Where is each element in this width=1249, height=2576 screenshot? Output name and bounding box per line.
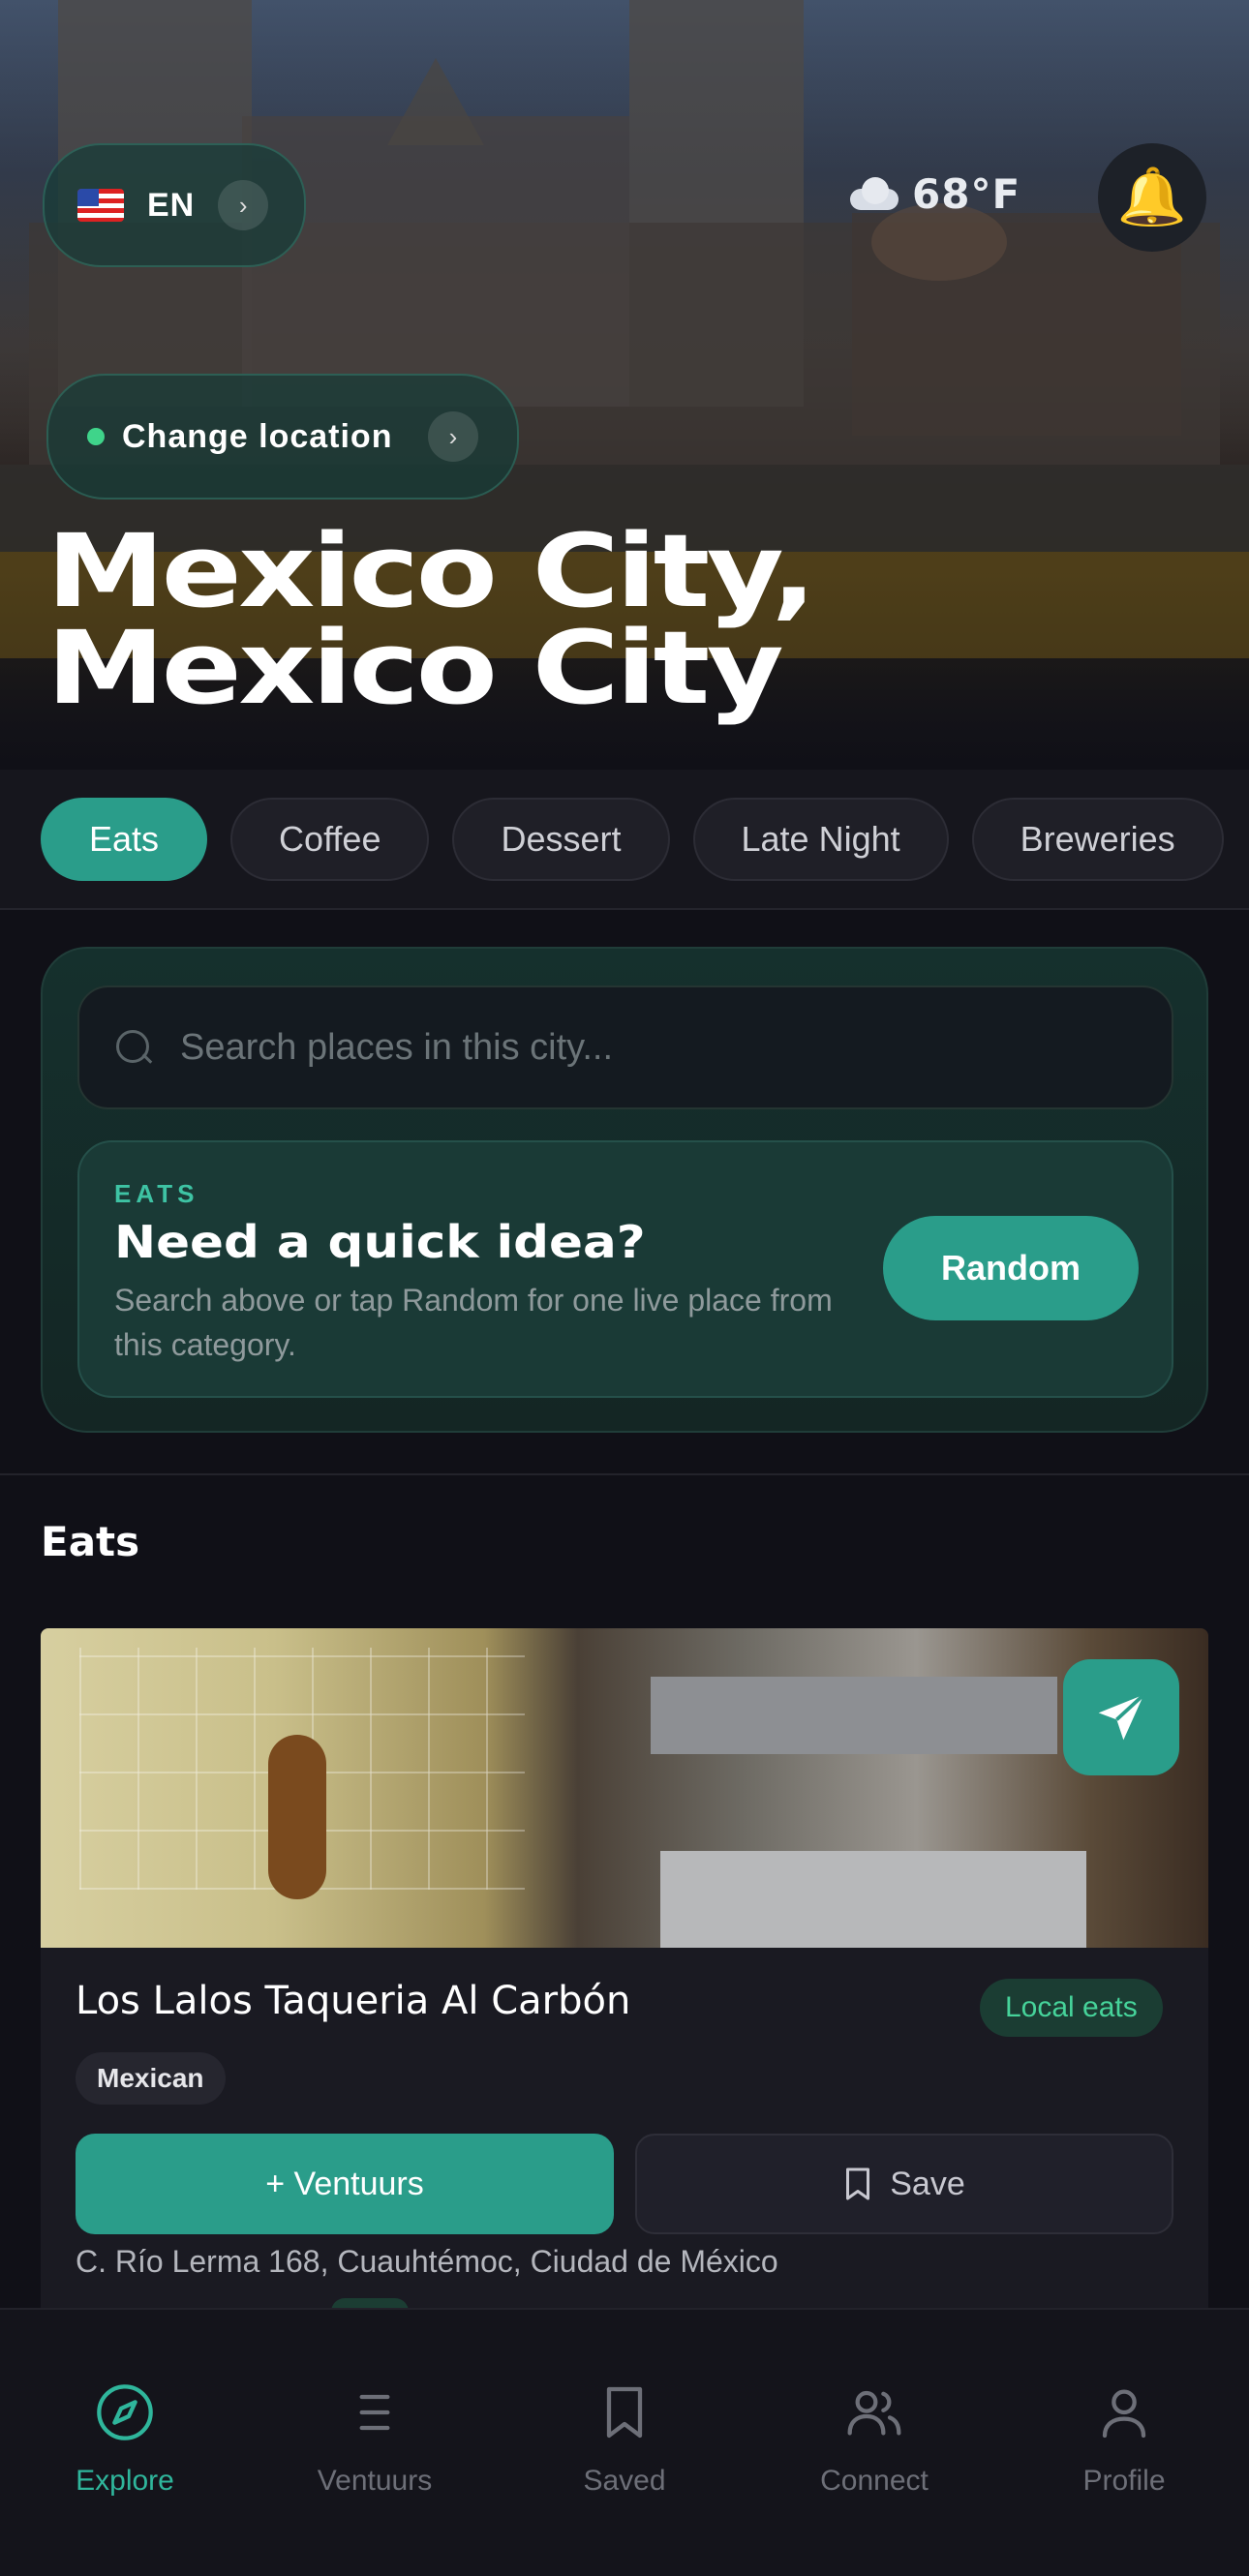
quick-idea-title: Need a quick idea? <box>114 1216 646 1268</box>
local-eats-badge: Local eats <box>980 1979 1163 2037</box>
nav-saved-label: Saved <box>583 2465 666 2497</box>
nav-profile[interactable]: Profile <box>999 2310 1249 2576</box>
cuisine-tag: Mexican <box>76 2052 226 2105</box>
quick-idea-subtitle: Search above or tap Random for one live … <box>114 1283 833 1362</box>
weather-widget: 68°F <box>844 170 1021 218</box>
nav-explore[interactable]: Explore <box>0 2310 250 2576</box>
send-icon <box>1098 1693 1145 1741</box>
language-code: EN <box>147 186 196 224</box>
photo-counter <box>660 1851 1086 1948</box>
tab-dessert[interactable]: Dessert <box>452 797 670 881</box>
photo-spit <box>268 1735 326 1899</box>
nav-connect-label: Connect <box>820 2465 929 2497</box>
search-card: Search places in this city... EATS Need … <box>41 947 1208 1433</box>
list-icon <box>344 2381 406 2443</box>
page-title: Mexico City, Mexico City <box>46 512 1249 727</box>
bottom-navigation: Explore Ventuurs Saved Connect Profile <box>0 2308 1249 2576</box>
chevron-right-icon: › <box>218 180 269 230</box>
chevron-right-icon: › <box>428 411 478 462</box>
nav-saved[interactable]: Saved <box>500 2310 749 2576</box>
place-card[interactable]: Los Lalos Taqueria Al Carbón Local eats … <box>41 1628 1208 2325</box>
section-title: Eats <box>41 1518 140 1565</box>
bookmark-icon <box>594 2381 655 2443</box>
place-address: C. Río Lerma 168, Cuauhtémoc, Ciudad de … <box>76 2244 778 2279</box>
quick-idea-panel: EATS Need a quick idea? Search above or … <box>77 1140 1173 1398</box>
search-icon <box>114 1028 153 1067</box>
hero-header: EN › 68°F 🔔 Change location › Mexico Cit… <box>0 0 1249 770</box>
nav-connect[interactable]: Connect <box>749 2310 999 2576</box>
nav-ventuurs[interactable]: Ventuurs <box>250 2310 500 2576</box>
compass-icon <box>94 2381 156 2443</box>
notifications-button[interactable]: 🔔 <box>1098 143 1206 252</box>
change-location-button[interactable]: Change location › <box>46 374 519 500</box>
place-name[interactable]: Los Lalos Taqueria Al Carbón <box>76 1979 630 2023</box>
save-label: Save <box>890 2165 965 2202</box>
bookmark-icon <box>846 2167 870 2200</box>
temperature: 68°F <box>912 170 1021 218</box>
bell-icon: 🔔 <box>1116 166 1188 228</box>
nav-explore-label: Explore <box>76 2465 174 2497</box>
add-to-ventuurs-button[interactable]: + Ventuurs <box>76 2134 614 2234</box>
tab-eats[interactable]: Eats <box>41 797 208 881</box>
us-flag-icon <box>77 189 124 222</box>
share-button[interactable] <box>1063 1659 1179 1775</box>
change-location-label: Change location <box>122 417 393 455</box>
city-title-line1: Mexico City, <box>46 512 816 630</box>
cloud-icon <box>844 176 900 212</box>
people-icon <box>843 2381 905 2443</box>
save-button[interactable]: Save <box>635 2134 1173 2234</box>
language-selector[interactable]: EN › <box>43 143 306 267</box>
photo-hood <box>651 1677 1057 1754</box>
random-button[interactable]: Random <box>883 1216 1139 1320</box>
tab-breweries[interactable]: Breweries <box>971 797 1224 881</box>
place-photo <box>41 1628 1208 1948</box>
quick-idea-eyebrow: EATS <box>114 1179 199 1208</box>
status-dot <box>87 428 105 445</box>
person-icon <box>1093 2381 1155 2443</box>
nav-profile-label: Profile <box>1082 2465 1166 2497</box>
tab-late-night[interactable]: Late Night <box>692 797 949 881</box>
nav-ventuurs-label: Ventuurs <box>317 2465 433 2497</box>
section-divider <box>0 1473 1249 1475</box>
category-tabs: Eats Coffee Dessert Late Night Breweries <box>0 770 1249 910</box>
city-title-line2: Mexico City <box>46 609 784 727</box>
search-input[interactable]: Search places in this city... <box>77 985 1173 1109</box>
tab-coffee[interactable]: Coffee <box>230 797 430 881</box>
search-placeholder: Search places in this city... <box>180 1026 614 1068</box>
